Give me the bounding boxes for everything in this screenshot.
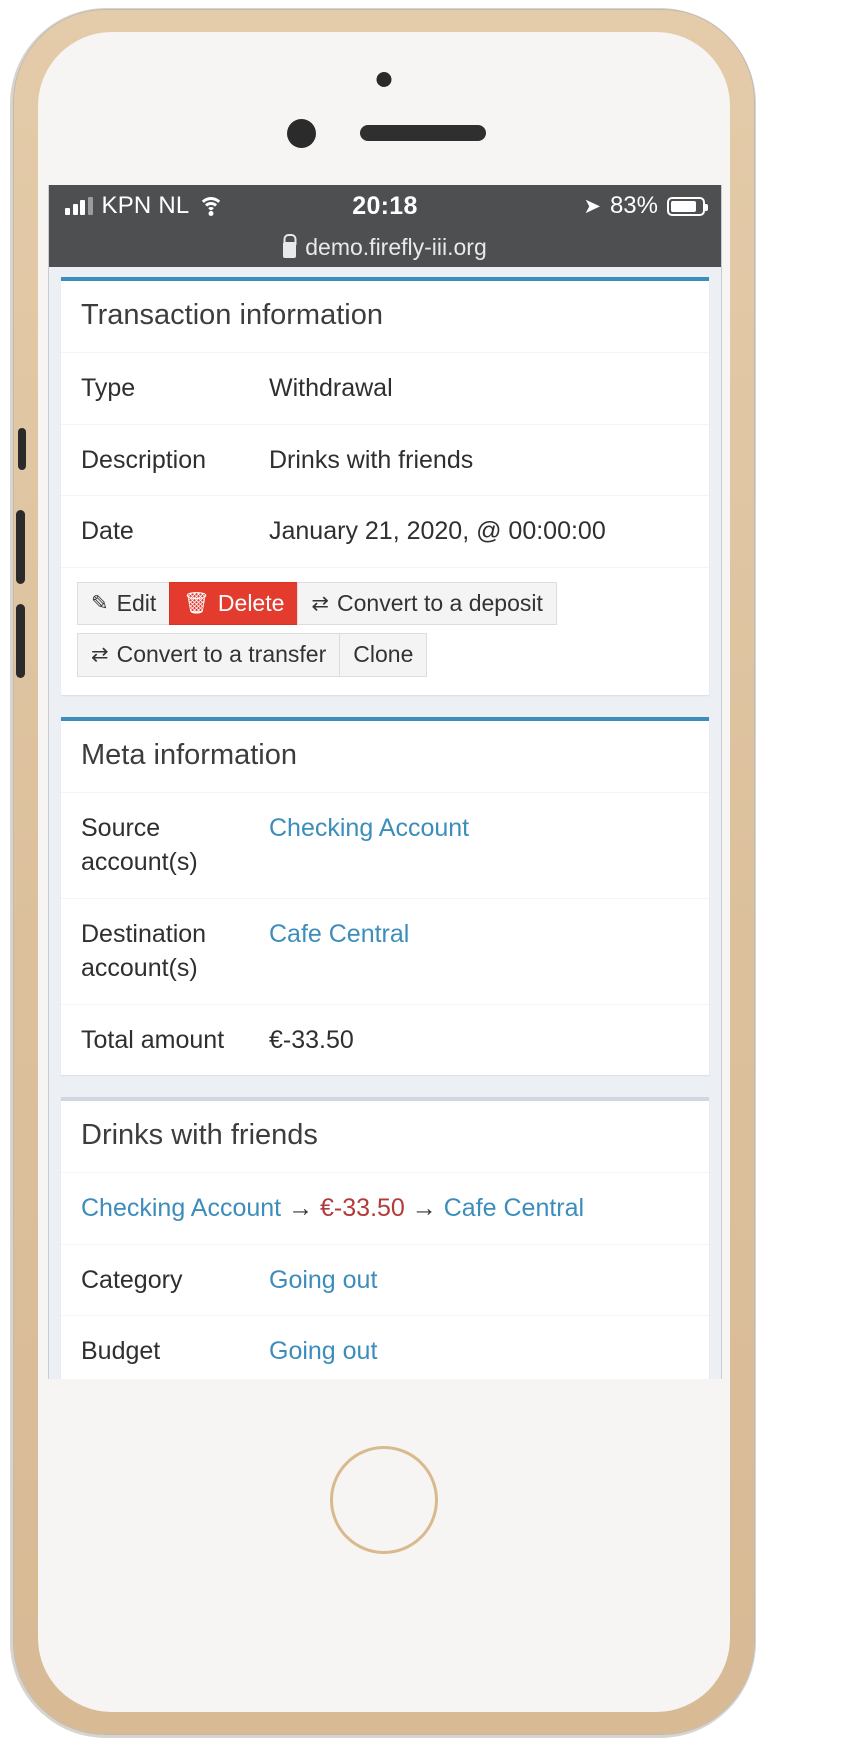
- card-header: Drinks with friends: [61, 1101, 709, 1174]
- edit-button-label: Edit: [116, 589, 157, 616]
- clone-button-label: Clone: [353, 641, 414, 668]
- earpiece-speaker-icon: [360, 125, 486, 141]
- table-row: Date January 21, 2020, @ 00:00:00: [61, 496, 709, 568]
- transaction-information-card: Transaction information Type Withdrawal …: [61, 277, 709, 695]
- page-title: Transaction information: [81, 299, 383, 331]
- flow-amount: €-33.50: [320, 1194, 405, 1223]
- row-value: Cafe Central: [269, 917, 689, 986]
- flow-arrow-2: →: [411, 1194, 437, 1223]
- edit-button[interactable]: ✎ Edit: [77, 581, 171, 626]
- transaction-action-toolbar: ✎ Edit 🗑 Delete ⇄ Convert to a deposit ⇄…: [61, 568, 709, 695]
- delete-button[interactable]: 🗑 Delete: [169, 581, 299, 626]
- flow-destination-link[interactable]: Cafe Central: [444, 1194, 584, 1222]
- carrier-label: KPN NL: [101, 192, 190, 219]
- volume-down-button[interactable]: [16, 604, 25, 678]
- front-camera-icon: [287, 119, 316, 148]
- table-row: Budget Going out: [61, 1316, 709, 1379]
- convert-to-transfer-button[interactable]: ⇄ Convert to a transfer: [77, 633, 341, 677]
- transaction-flow-row: Checking Account → €-33.50 → Cafe Centra…: [61, 1173, 709, 1245]
- device-mockup: KPN NL 20:18 ➤ 83% demo.firefly-iii.org: [0, 0, 866, 1764]
- split-transaction-card: Drinks with friends Checking Account → €…: [61, 1097, 709, 1379]
- meta-title: Meta information: [81, 738, 297, 771]
- status-bar-left: KPN NL: [65, 192, 225, 220]
- row-label: Date: [81, 517, 134, 545]
- delete-button-label: Delete: [217, 589, 285, 616]
- toolbar-row-2: ⇄ Convert to a transfer Clone: [77, 633, 693, 677]
- split-title: Drinks with friends: [81, 1119, 318, 1152]
- page-content: Transaction information Type Withdrawal …: [49, 267, 721, 1379]
- row-label: Type: [81, 374, 136, 402]
- button-group-secondary: ⇄ Convert to a transfer Clone: [77, 633, 428, 677]
- battery-icon: [667, 196, 708, 216]
- clock-label: 20:18: [352, 191, 418, 220]
- volume-up-button[interactable]: [16, 510, 25, 584]
- convert-to-deposit-button[interactable]: ⇄ Convert to a deposit: [297, 581, 557, 626]
- source-account-link[interactable]: Checking Account: [269, 814, 469, 842]
- meta-information-card: Meta information Source account(s) Check…: [61, 716, 709, 1076]
- clone-button[interactable]: Clone: [339, 633, 428, 677]
- status-bar: KPN NL 20:18 ➤ 83%: [49, 185, 721, 227]
- status-bar-right: ➤ 83%: [583, 192, 708, 220]
- row-label: Source account(s): [81, 813, 198, 877]
- row-value: Drinks with friends: [269, 445, 474, 474]
- row-value: Withdrawal: [269, 374, 393, 402]
- row-label: Budget: [81, 1337, 161, 1366]
- exchange-arrows-icon: ⇄: [311, 591, 330, 615]
- table-row: Source account(s) Checking Account: [61, 793, 709, 899]
- card-header: Transaction information: [61, 281, 709, 353]
- location-arrow-icon: ➤: [583, 194, 601, 218]
- cellular-signal-icon: [65, 196, 93, 215]
- silent-switch[interactable]: [18, 428, 26, 470]
- row-value: Checking Account: [269, 811, 689, 880]
- table-row: Type Withdrawal: [61, 353, 709, 425]
- row-label: Destination account(s): [81, 919, 207, 983]
- lock-icon: [283, 241, 297, 258]
- row-value: Going out: [269, 1263, 689, 1298]
- button-group-primary: ✎ Edit 🗑 Delete ⇄ Convert to a deposit: [77, 581, 557, 626]
- row-label: Total amount: [81, 1025, 225, 1054]
- card-header: Meta information: [61, 721, 709, 793]
- row-label: Description: [81, 445, 207, 474]
- trash-icon: 🗑: [183, 591, 210, 615]
- convert-to-transfer-label: Convert to a transfer: [116, 641, 327, 668]
- url-label: demo.firefly-iii.org: [305, 233, 487, 260]
- row-label: Category: [81, 1265, 183, 1294]
- convert-to-deposit-label: Convert to a deposit: [337, 589, 543, 616]
- category-link[interactable]: Going out: [269, 1266, 377, 1294]
- toolbar-row-1: ✎ Edit 🗑 Delete ⇄ Convert to a deposit: [77, 581, 693, 626]
- table-row: Destination account(s) Cafe Central: [61, 899, 709, 1005]
- table-row: Description Drinks with friends: [61, 425, 709, 496]
- phone-screen: KPN NL 20:18 ➤ 83% demo.firefly-iii.org: [48, 185, 722, 1379]
- pencil-icon: ✎: [91, 591, 109, 615]
- battery-percent-label: 83%: [609, 192, 658, 219]
- destination-account-link[interactable]: Cafe Central: [269, 920, 409, 948]
- wifi-icon: [198, 196, 225, 216]
- exchange-arrows-icon: ⇄: [91, 643, 109, 667]
- browser-url-bar[interactable]: demo.firefly-iii.org: [49, 227, 721, 267]
- table-row: Category Going out: [61, 1245, 709, 1317]
- proximity-sensor-icon: [376, 72, 392, 87]
- flow-source-link[interactable]: Checking Account: [81, 1194, 281, 1222]
- table-row: Total amount €-33.50: [61, 1005, 709, 1076]
- total-amount-value: €-33.50: [269, 1025, 354, 1054]
- budget-link[interactable]: Going out: [269, 1337, 377, 1365]
- row-value: Going out: [269, 1334, 689, 1369]
- home-button[interactable]: [330, 1446, 438, 1554]
- flow-arrow-1: →: [288, 1194, 314, 1223]
- row-value: January 21, 2020, @ 00:00:00: [269, 517, 606, 545]
